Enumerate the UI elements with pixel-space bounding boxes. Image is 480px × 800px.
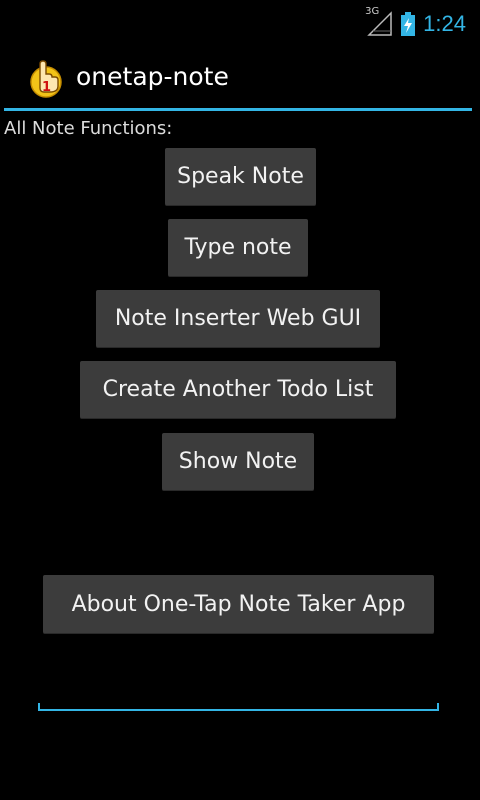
section-label: All Note Functions: (4, 118, 173, 139)
note-input-field[interactable] (38, 660, 439, 712)
battery-charging-icon (401, 12, 416, 36)
note-input-right-tick (437, 703, 439, 711)
create-another-todo-list-button-label: Create Another Todo List (102, 377, 374, 402)
app-title: onetap-note (76, 62, 229, 91)
note-inserter-web-gui-button[interactable]: Note Inserter Web GUI (96, 290, 380, 348)
status-icons: 3G 1:24 (365, 6, 466, 40)
speak-note-button[interactable]: Speak Note (165, 148, 316, 206)
pointing-hand-one-icon[interactable]: 1 (28, 58, 64, 98)
status-bar: 3G 1:24 (0, 0, 480, 50)
note-inserter-web-gui-button-label: Note Inserter Web GUI (114, 306, 362, 331)
signal-icon: 3G (365, 6, 393, 37)
note-input-left-tick (38, 703, 40, 711)
action-bar: 1 onetap-note (0, 50, 480, 108)
about-app-button[interactable]: About One-Tap Note Taker App (43, 575, 434, 634)
type-note-button-label: Type note (184, 235, 292, 260)
create-another-todo-list-button[interactable]: Create Another Todo List (80, 361, 396, 419)
svg-text:1: 1 (42, 80, 51, 95)
type-note-button[interactable]: Type note (168, 219, 308, 277)
network-type-label: 3G (365, 6, 380, 17)
clock: 1:24 (423, 11, 466, 36)
note-input-underline (38, 709, 439, 711)
show-note-button[interactable]: Show Note (162, 433, 314, 491)
action-bar-divider (4, 108, 472, 111)
show-note-button-label: Show Note (178, 449, 298, 474)
about-app-button-label: About One-Tap Note Taker App (71, 592, 406, 617)
speak-note-button-label: Speak Note (177, 164, 304, 189)
